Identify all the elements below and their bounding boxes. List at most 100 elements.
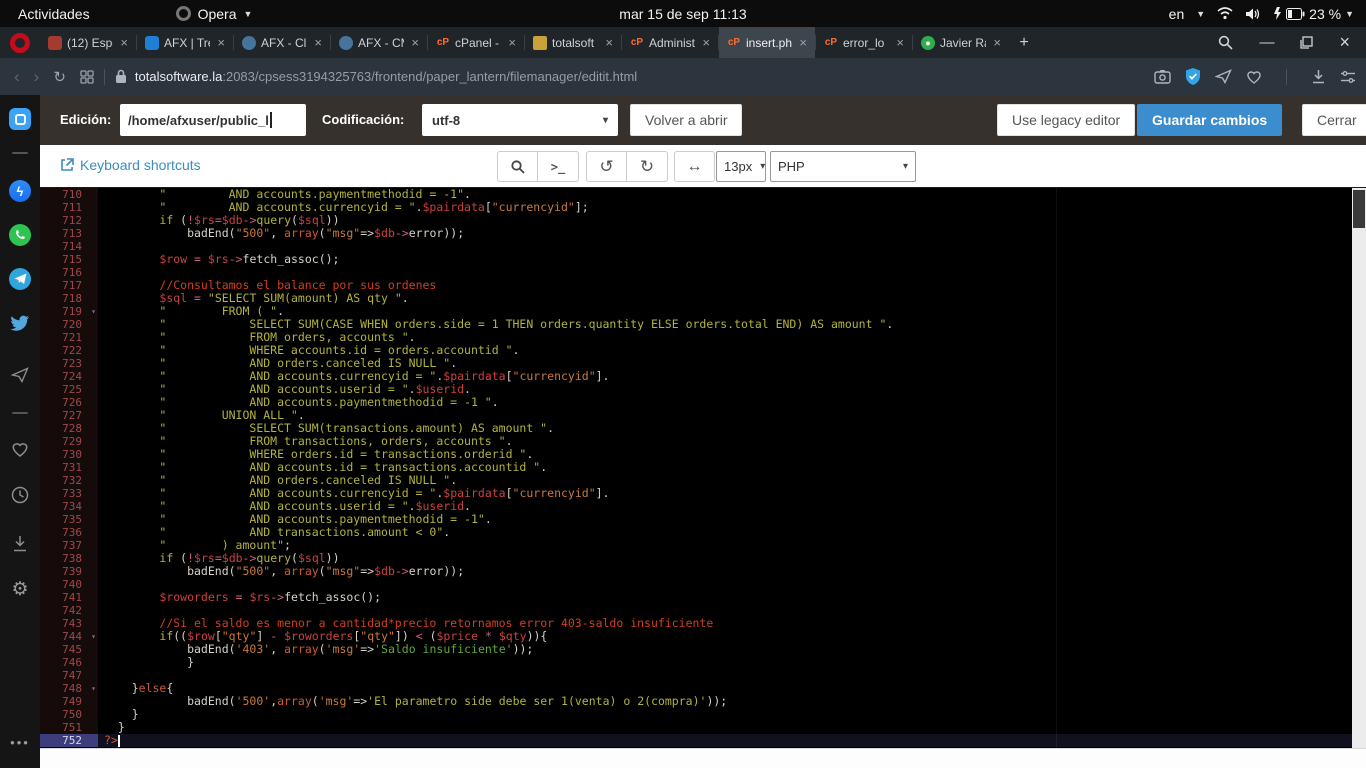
tab-close-icon[interactable]: × xyxy=(700,35,712,50)
code-text: badEnd("500", array("msg"=>$db->error)); xyxy=(98,565,1366,578)
whatsapp-icon[interactable] xyxy=(8,223,32,247)
encoding-select[interactable]: utf-8 ▾ xyxy=(422,104,618,136)
code-line[interactable]: 749 badEnd('500',array('msg'=>'El parame… xyxy=(40,695,1366,708)
twitter-icon[interactable] xyxy=(8,311,32,335)
forward-icon[interactable]: › xyxy=(34,67,40,87)
fold-arrow-icon[interactable]: ▾ xyxy=(91,630,96,643)
code-line[interactable]: 752?> xyxy=(40,734,1366,747)
back-icon[interactable]: ‹ xyxy=(14,67,20,87)
code-editor[interactable]: 710 " AND accounts.paymentmethodid = -1"… xyxy=(40,188,1366,748)
app-menu[interactable]: Opera ▼ xyxy=(176,6,253,22)
vpn-shield-icon[interactable] xyxy=(1185,68,1201,85)
download-icon[interactable] xyxy=(1311,69,1326,84)
maximize-button[interactable] xyxy=(1300,36,1313,49)
editor-toolbar: Keyboard shortcuts >_ ↺ ↻ ↔ 13px▾ PHP▾ xyxy=(40,145,1366,188)
history-clock-icon[interactable] xyxy=(8,483,32,507)
line-number-gutter: 728 xyxy=(40,422,98,435)
code-text: ?> xyxy=(98,734,1366,747)
word-wrap-button[interactable]: ↔ xyxy=(674,151,715,182)
save-changes-button[interactable]: Guardar cambios xyxy=(1137,104,1282,136)
horizontal-scrollbar[interactable] xyxy=(40,748,1366,768)
tab-close-icon[interactable]: × xyxy=(506,35,518,50)
reopen-button[interactable]: Volver a abrir xyxy=(630,104,742,136)
syntax-select[interactable]: PHP▾ xyxy=(770,151,916,182)
close-editor-button[interactable]: Cerrar xyxy=(1302,104,1366,136)
easy-setup-sliders-icon[interactable] xyxy=(1340,70,1356,84)
line-number-gutter: 752 xyxy=(40,734,98,747)
flow-paper-plane-icon[interactable] xyxy=(8,363,32,387)
trello-favicon xyxy=(145,36,159,50)
line-number-gutter: 751 xyxy=(40,721,98,734)
font-size-select[interactable]: 13px▾ xyxy=(716,151,766,182)
speed-dial-icon[interactable] xyxy=(80,70,94,84)
search-button[interactable] xyxy=(497,151,538,182)
sidebar-more-icon[interactable]: ••• xyxy=(8,730,32,754)
code-line[interactable]: 715 $row = $rs->fetch_assoc(); xyxy=(40,253,1366,266)
tab-close-icon[interactable]: × xyxy=(894,35,906,50)
tab-title: AFX | Tre xyxy=(164,36,210,50)
code-line[interactable]: 745 badEnd('403', array('msg'=>'Saldo in… xyxy=(40,643,1366,656)
keyboard-layout-indicator[interactable]: en xyxy=(1169,6,1185,22)
snapshot-camera-icon[interactable] xyxy=(1154,69,1171,84)
code-line[interactable]: 713 badEnd("500", array("msg"=>$db->erro… xyxy=(40,227,1366,240)
browser-tab-active[interactable]: cPinsert.ph× xyxy=(719,27,815,58)
browser-tab[interactable]: cPAdminist× xyxy=(622,27,718,58)
tab-close-icon[interactable]: × xyxy=(215,35,227,50)
browser-tab[interactable]: AFX - Clie × xyxy=(234,27,330,58)
scrollbar-thumb[interactable] xyxy=(1353,190,1365,228)
url-field[interactable]: totalsoftware.la:2083/cpsess3194325763/f… xyxy=(115,69,637,84)
downloads-icon[interactable] xyxy=(8,531,32,555)
browser-tab[interactable]: cPcPanel - F× xyxy=(428,27,524,58)
site-blue-favicon xyxy=(339,36,353,50)
opera-logo[interactable] xyxy=(0,27,40,58)
vertical-scrollbar[interactable] xyxy=(1352,188,1366,748)
activities-button[interactable]: Actividades xyxy=(18,6,90,22)
legacy-editor-button[interactable]: Use legacy editor xyxy=(997,104,1135,136)
fold-arrow-icon[interactable]: ▾ xyxy=(91,305,96,318)
terminal-button[interactable]: >_ xyxy=(538,151,579,182)
browser-tab[interactable]: AFX - CM× xyxy=(331,27,427,58)
tab-close-icon[interactable]: × xyxy=(409,35,421,50)
new-tab-button[interactable]: + xyxy=(1009,27,1039,58)
fold-arrow-icon[interactable]: ▾ xyxy=(91,682,96,695)
reload-icon[interactable]: ↻ xyxy=(53,68,66,86)
line-number-gutter: 739 xyxy=(40,565,98,578)
file-path-input[interactable]: /home/afxuser/public_l xyxy=(120,104,306,136)
browser-tab[interactable]: (12) Espe× xyxy=(40,27,136,58)
tab-close-icon[interactable]: × xyxy=(797,35,809,50)
my-flow-icon[interactable] xyxy=(1215,69,1232,84)
bookmark-heart-icon[interactable] xyxy=(1246,70,1262,84)
code-line[interactable]: 747 xyxy=(40,669,1366,682)
tab-close-icon[interactable]: × xyxy=(991,35,1003,50)
tab-title: AFX - Clie xyxy=(261,36,307,50)
undo-button[interactable]: ↺ xyxy=(586,151,627,182)
code-line[interactable]: 739 badEnd("500", array("msg"=>$db->erro… xyxy=(40,565,1366,578)
browser-tab[interactable]: AFX | Tre × xyxy=(137,27,233,58)
tab-close-icon[interactable]: × xyxy=(603,35,615,50)
code-line[interactable]: 741 $roworders = $rs->fetch_assoc(); xyxy=(40,591,1366,604)
redo-button[interactable]: ↻ xyxy=(627,151,668,182)
browser-tab[interactable]: cPerror_lo× xyxy=(816,27,912,58)
workspace-icon[interactable] xyxy=(8,107,32,131)
browser-tab[interactable]: ●Javier Ra× xyxy=(913,27,1009,58)
line-number-gutter: 745 xyxy=(40,643,98,656)
tab-close-icon[interactable]: × xyxy=(118,35,130,50)
minimize-button[interactable]: — xyxy=(1259,34,1274,51)
browser-tab[interactable]: totalsoft× xyxy=(525,27,621,58)
messenger-icon[interactable]: ϟ xyxy=(8,179,32,203)
code-line[interactable]: 751 } xyxy=(40,721,1366,734)
tab-search-icon[interactable] xyxy=(1218,35,1233,50)
system-clock[interactable]: mar 15 de sep 11:13 xyxy=(619,6,746,22)
keyboard-shortcuts-link[interactable]: Keyboard shortcuts xyxy=(60,157,201,173)
code-line[interactable]: 746 } xyxy=(40,656,1366,669)
maps-pin-favicon: ● xyxy=(921,36,935,50)
code-line[interactable]: 750 } xyxy=(40,708,1366,721)
settings-gear-icon[interactable]: ⚙ xyxy=(8,577,32,601)
system-tray[interactable]: en ▼ 23 % ▼ xyxy=(1169,6,1354,22)
telegram-icon[interactable] xyxy=(8,267,32,291)
tab-close-icon[interactable]: × xyxy=(312,35,324,50)
line-number-gutter: 712 xyxy=(40,214,98,227)
close-window-button[interactable]: × xyxy=(1339,32,1350,53)
line-number-gutter: 750 xyxy=(40,708,98,721)
bookmarks-heart-icon[interactable] xyxy=(8,437,32,461)
